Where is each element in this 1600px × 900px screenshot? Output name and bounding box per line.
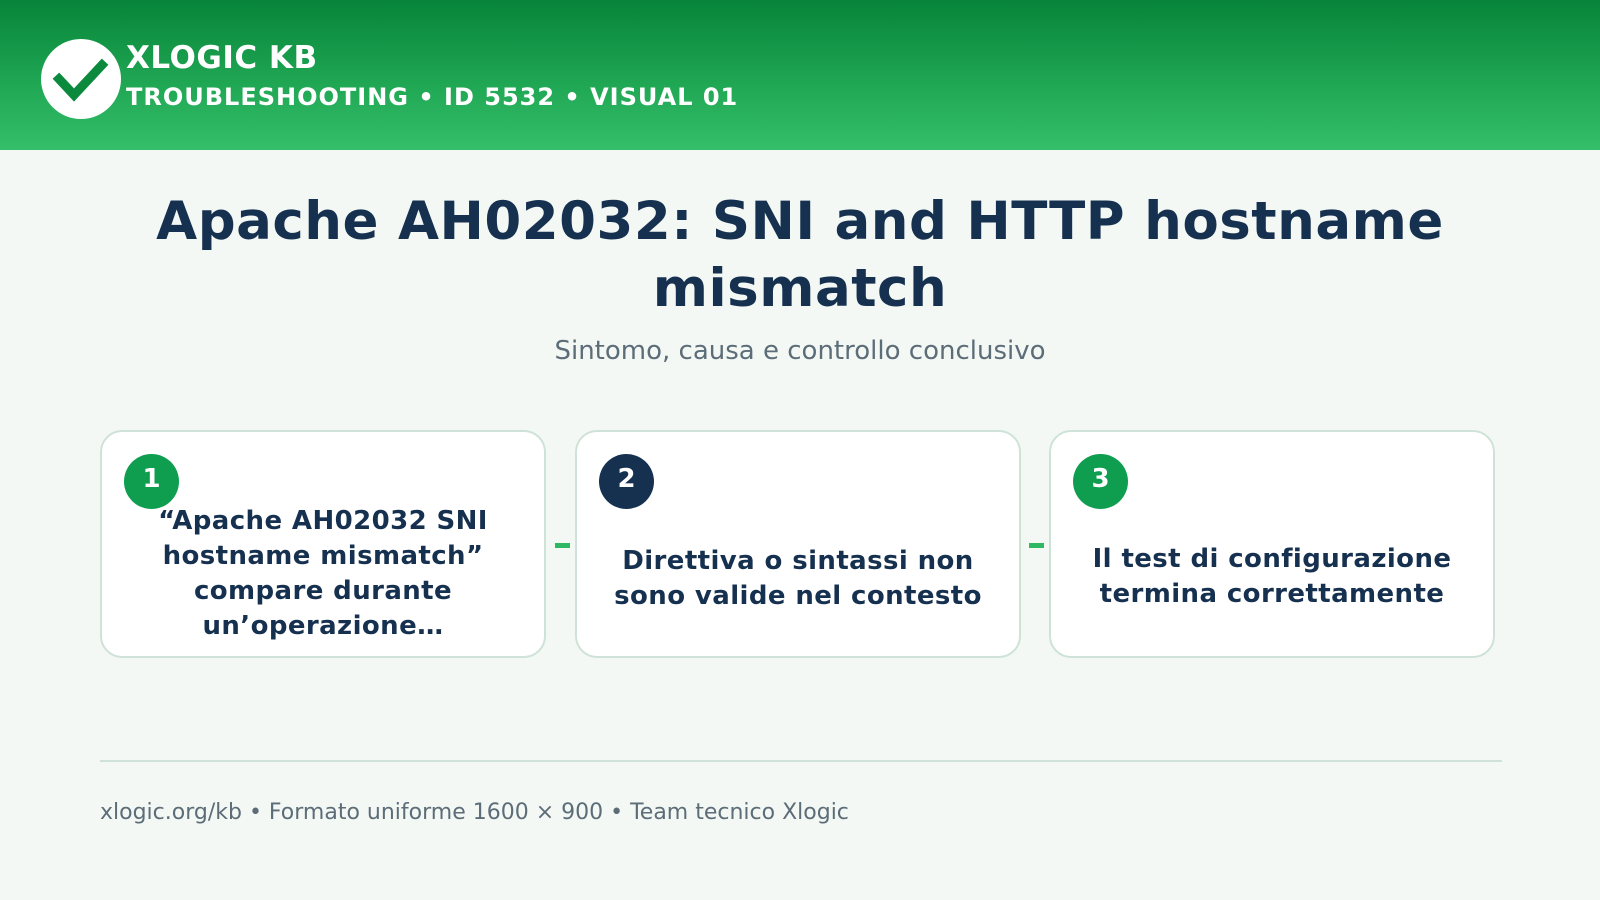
steps-flow: 1 “Apache AH02032 SNI hostname mismatch”… [100, 430, 1500, 662]
header-banner: XLOGIC KB TROUBLESHOOTING • ID 5532 • VI… [0, 0, 1600, 150]
footer-divider [100, 760, 1502, 762]
checkmark-icon [52, 58, 109, 102]
step-number-badge: 1 [124, 454, 179, 509]
step-number-badge: 3 [1073, 454, 1128, 509]
brand-subtitle: TROUBLESHOOTING • ID 5532 • VISUAL 01 [126, 83, 739, 111]
page-title: Apache AH02032: SNI and HTTP hostname mi… [156, 191, 1444, 319]
page: XLOGIC KB TROUBLESHOOTING • ID 5532 • VI… [0, 0, 1600, 900]
footer-text: xlogic.org/kb • Formato uniforme 1600 × … [100, 800, 849, 825]
step-card-2: 2 Direttiva o sintassi non sono valide n… [575, 430, 1021, 658]
step-text: “Apache AH02032 SNI hostname mismatch” c… [158, 506, 488, 641]
check-circle-icon [41, 39, 121, 119]
page-subtitle: Sintomo, causa e controllo conclusivo [554, 336, 1046, 366]
step-card-1: 1 “Apache AH02032 SNI hostname mismatch”… [100, 430, 546, 658]
step-connector [555, 543, 570, 548]
brand-title: XLOGIC KB [126, 40, 318, 76]
step-text: Direttiva o sintassi non sono valide nel… [614, 546, 982, 611]
step-card-3: 3 Il test di configurazione termina corr… [1049, 430, 1495, 658]
step-number-badge: 2 [599, 454, 654, 509]
step-text: Il test di configurazione termina corret… [1092, 544, 1452, 609]
step-connector [1029, 543, 1044, 548]
